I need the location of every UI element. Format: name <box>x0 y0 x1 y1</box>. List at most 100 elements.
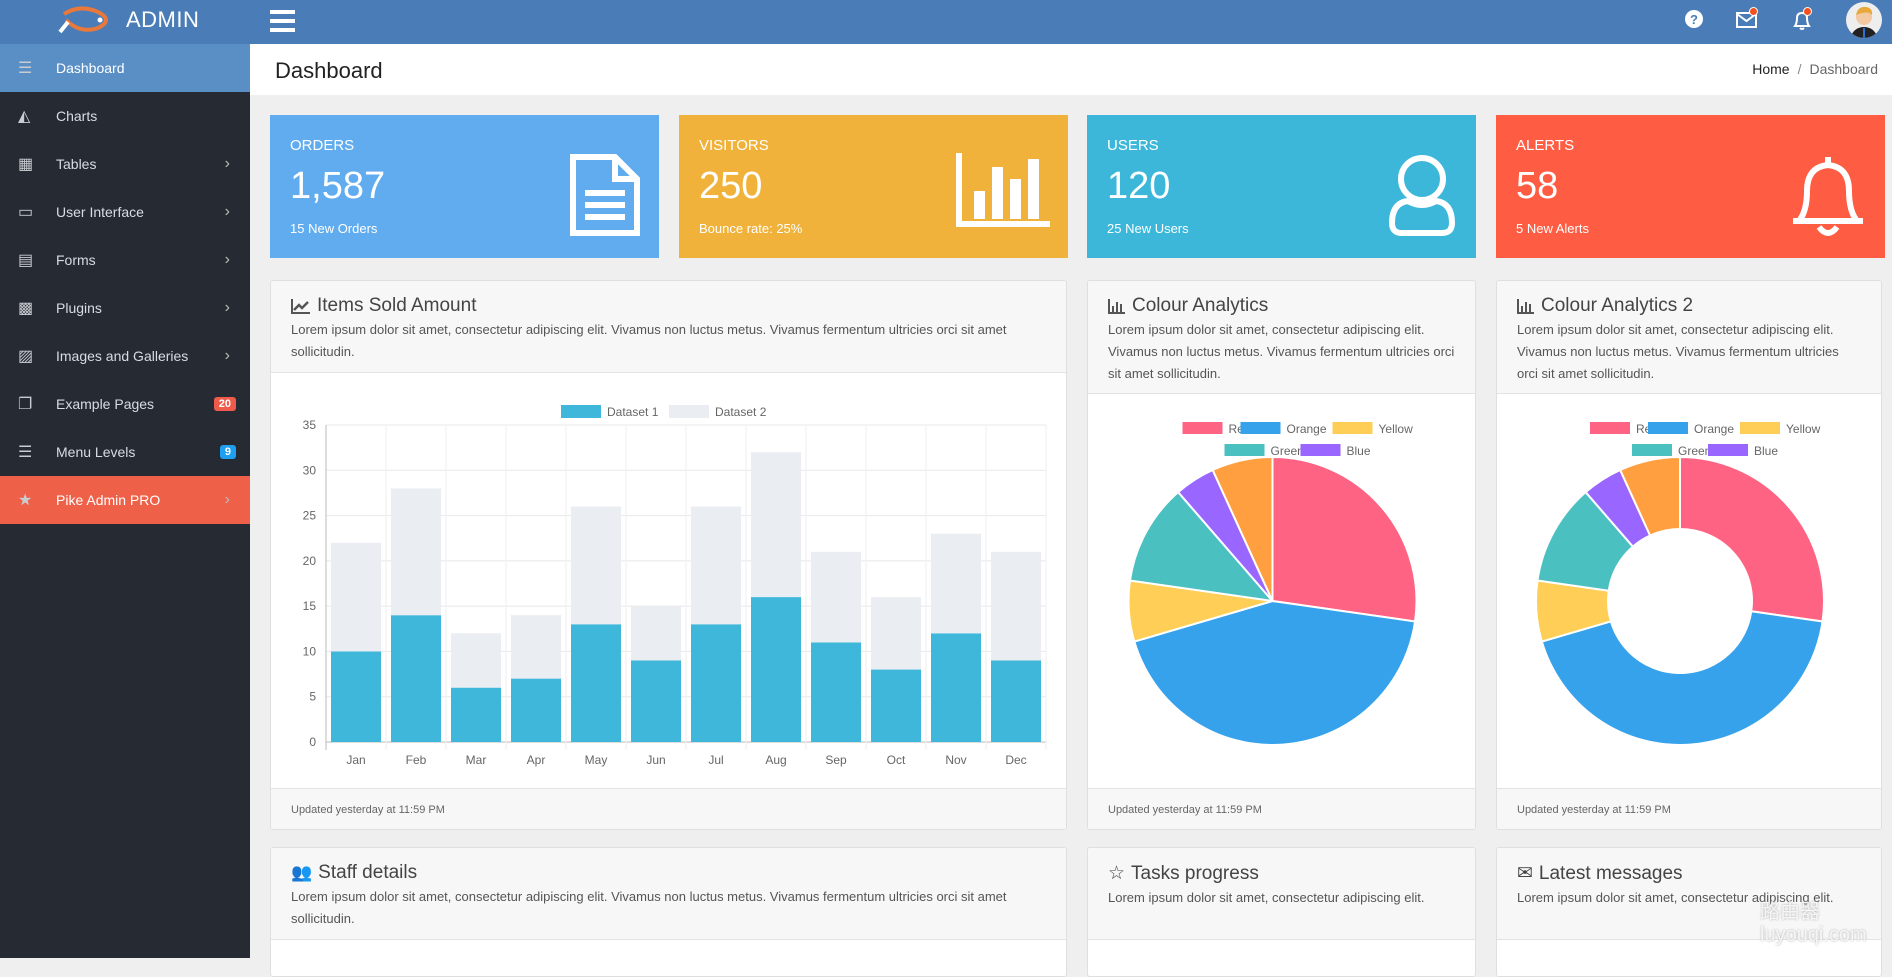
slice-orange <box>1540 610 1824 746</box>
y-tick-label: 25 <box>303 509 317 523</box>
x-tick-label: Sep <box>825 753 847 767</box>
sidebar-item-tables[interactable]: ▦ Tables › <box>0 140 250 188</box>
bell-icon[interactable] <box>1790 7 1818 36</box>
legend-swatch <box>1224 444 1265 456</box>
bar-dataset-2 <box>871 597 921 670</box>
chevron-right-icon: › <box>224 491 230 508</box>
bar-dataset-2 <box>991 551 1041 661</box>
legend-swatch <box>669 405 709 418</box>
items-sold-bar-chart: 0 5 10 15 20 25 30 35 Jan Feb Mar Apr May Jun Jul Aug Se… <box>303 405 1047 767</box>
slice-red <box>1679 455 1825 623</box>
bar-dataset-1 <box>391 615 441 742</box>
sidebar-item-charts[interactable]: ◭ Charts <box>0 92 250 140</box>
y-tick-label: 5 <box>309 690 316 704</box>
bar-dataset-1 <box>691 624 741 742</box>
notification-dot <box>1803 7 1812 16</box>
items-sold-card: Items Sold Amount Lorem ipsum dolor sit a… <box>270 280 1067 830</box>
x-tick-label: Aug <box>765 753 786 767</box>
sidebar-item-label: Menu Levels <box>56 444 136 460</box>
top-navbar: ADMIN ? <box>0 0 1892 44</box>
envelope-icon: ✉ <box>1517 863 1533 884</box>
chevron-right-icon: › <box>224 299 230 316</box>
sidebar-item-example-pages[interactable]: ❐ Example Pages 20 <box>0 380 250 428</box>
stat-label: VISITORS <box>699 137 769 154</box>
y-tick-label: 30 <box>303 463 317 477</box>
stat-card-orders: ORDERS 1,587 15 New Orders <box>270 115 659 258</box>
colour-pie-chart: Red Orange YellowGreen Blue <box>1127 422 1418 746</box>
card-footer: Updated yesterday at 11:59 PM <box>271 788 1066 829</box>
bar-dataset-2 <box>451 633 501 688</box>
sidebar-item-images-and-galleries[interactable]: ▨ Images and Galleries › <box>0 332 250 380</box>
bar-dataset-1 <box>811 642 861 742</box>
bar-dataset-2 <box>511 615 561 679</box>
breadcrumb-home[interactable]: Home <box>1752 61 1789 77</box>
legend-swatch <box>1590 422 1630 434</box>
legend-label: Yellow <box>1786 422 1821 436</box>
mail-icon[interactable] <box>1735 7 1763 36</box>
bar-dataset-2 <box>571 506 621 625</box>
bar-dataset-2 <box>751 452 801 598</box>
logo[interactable]: ADMIN <box>58 6 199 34</box>
sidebar-item-menu-levels[interactable]: ☰ Menu Levels 9 <box>0 428 250 476</box>
bar-dataset-2 <box>631 606 681 661</box>
help-icon[interactable]: ? <box>1683 8 1711 36</box>
chevron-right-icon: › <box>224 155 230 172</box>
page-title: Dashboard <box>275 58 383 83</box>
chevron-right-icon: › <box>224 347 230 364</box>
bar-dataset-1 <box>871 669 921 742</box>
legend-label: Dataset 1 <box>607 405 659 419</box>
stat-subtext: 15 New Orders <box>290 221 378 236</box>
x-tick-label: Feb <box>406 753 427 767</box>
bar-dataset-1 <box>571 624 621 742</box>
stat-label: ALERTS <box>1516 137 1575 154</box>
breadcrumb: Home / Dashboard <box>1752 61 1878 77</box>
sidebar-item-forms[interactable]: ▤ Forms › <box>0 236 250 284</box>
breadcrumb-current: Dashboard <box>1809 61 1879 77</box>
legend-label: Yellow <box>1379 422 1414 436</box>
legend-swatch <box>1300 444 1341 456</box>
card-title: Items Sold Amount <box>317 295 477 316</box>
sidebar: ☰ Dashboard ◭ Charts ▦ Tables › ▭ User Interface… <box>0 44 250 958</box>
x-tick-label: Jun <box>646 753 665 767</box>
stat-card-alerts: ALERTS 58 5 New Alerts <box>1496 115 1885 258</box>
legend-label: Orange <box>1694 422 1734 436</box>
area-chart-icon: ◭ <box>18 108 31 125</box>
stat-subtext: 25 New Users <box>1107 221 1189 236</box>
x-tick-label: Jan <box>346 753 365 767</box>
legend-swatch <box>1632 444 1672 456</box>
count-badge: 20 <box>213 397 236 411</box>
bars-icon: ☰ <box>18 60 33 77</box>
sidebar-item-pike-admin-pro[interactable]: ★ Pike Admin PRO › <box>0 476 250 524</box>
sidebar-item-label: Charts <box>56 108 98 124</box>
legend-swatch <box>561 405 601 418</box>
watermark: 路由器 luyouqi.com <box>1760 901 1867 946</box>
stat-subtext: Bounce rate: 25% <box>699 221 803 236</box>
bar-dataset-1 <box>631 660 681 742</box>
sidebar-item-user-interface[interactable]: ▭ User Interface › <box>0 188 250 236</box>
bar-chart-icon <box>1517 299 1534 314</box>
menu-toggle-icon[interactable] <box>270 10 295 32</box>
sidebar-item-label: Forms <box>56 252 96 268</box>
indent-icon: ☰ <box>18 444 33 461</box>
legend-label: Green <box>1271 444 1304 458</box>
x-tick-label: Nov <box>945 753 966 767</box>
bar-dataset-1 <box>451 687 501 742</box>
legend-swatch <box>1332 422 1373 434</box>
sidebar-item-plugins[interactable]: ▩ Plugins › <box>0 284 250 332</box>
avatar[interactable] <box>1846 2 1882 38</box>
stat-label: USERS <box>1107 137 1159 154</box>
sidebar-item-label: Tables <box>56 156 97 172</box>
bar-dataset-1 <box>511 678 561 742</box>
bar-chart-icon <box>1108 299 1125 314</box>
legend-label: Orange <box>1287 422 1327 436</box>
card-description: Lorem ipsum dolor sit amet, consectetur … <box>291 322 1007 359</box>
sidebar-item-dashboard[interactable]: ☰ Dashboard <box>0 44 250 92</box>
card-description: Lorem ipsum dolor sit amet, consectetur … <box>291 889 1007 926</box>
stat-subtext: 5 New Alerts <box>1516 221 1589 236</box>
bar-dataset-1 <box>931 633 981 742</box>
bar-dataset-2 <box>931 533 981 634</box>
x-tick-label: Mar <box>466 753 487 767</box>
bar-dataset-1 <box>331 651 381 742</box>
stat-label: ORDERS <box>290 137 355 154</box>
image-icon: ▨ <box>18 348 34 365</box>
